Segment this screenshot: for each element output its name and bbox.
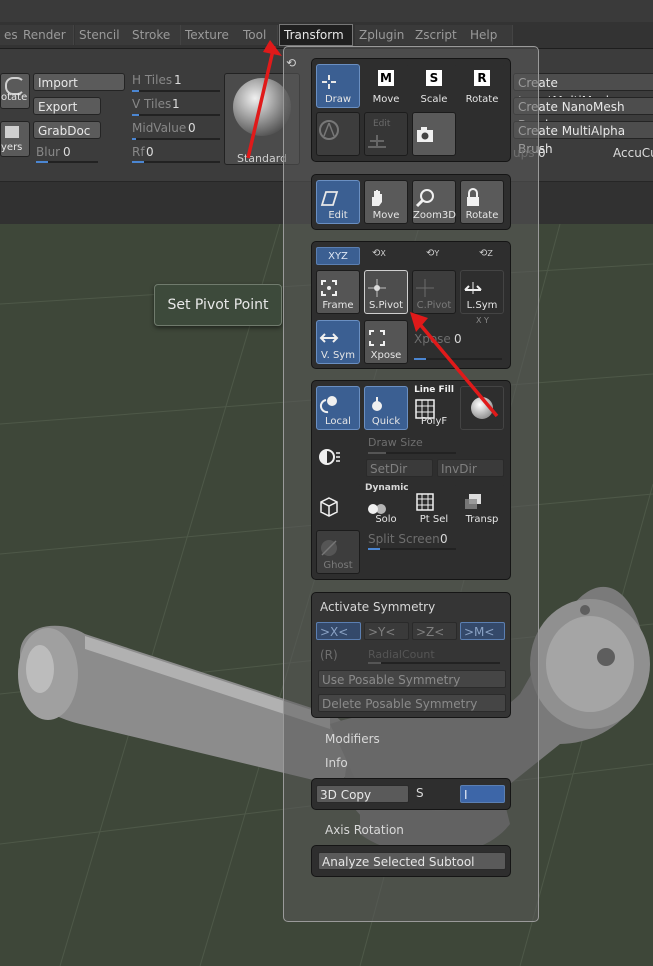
arrow-to-transform-menu xyxy=(246,40,282,159)
arrow-to-set-pivot xyxy=(410,312,499,418)
annotation-arrows xyxy=(246,40,499,418)
